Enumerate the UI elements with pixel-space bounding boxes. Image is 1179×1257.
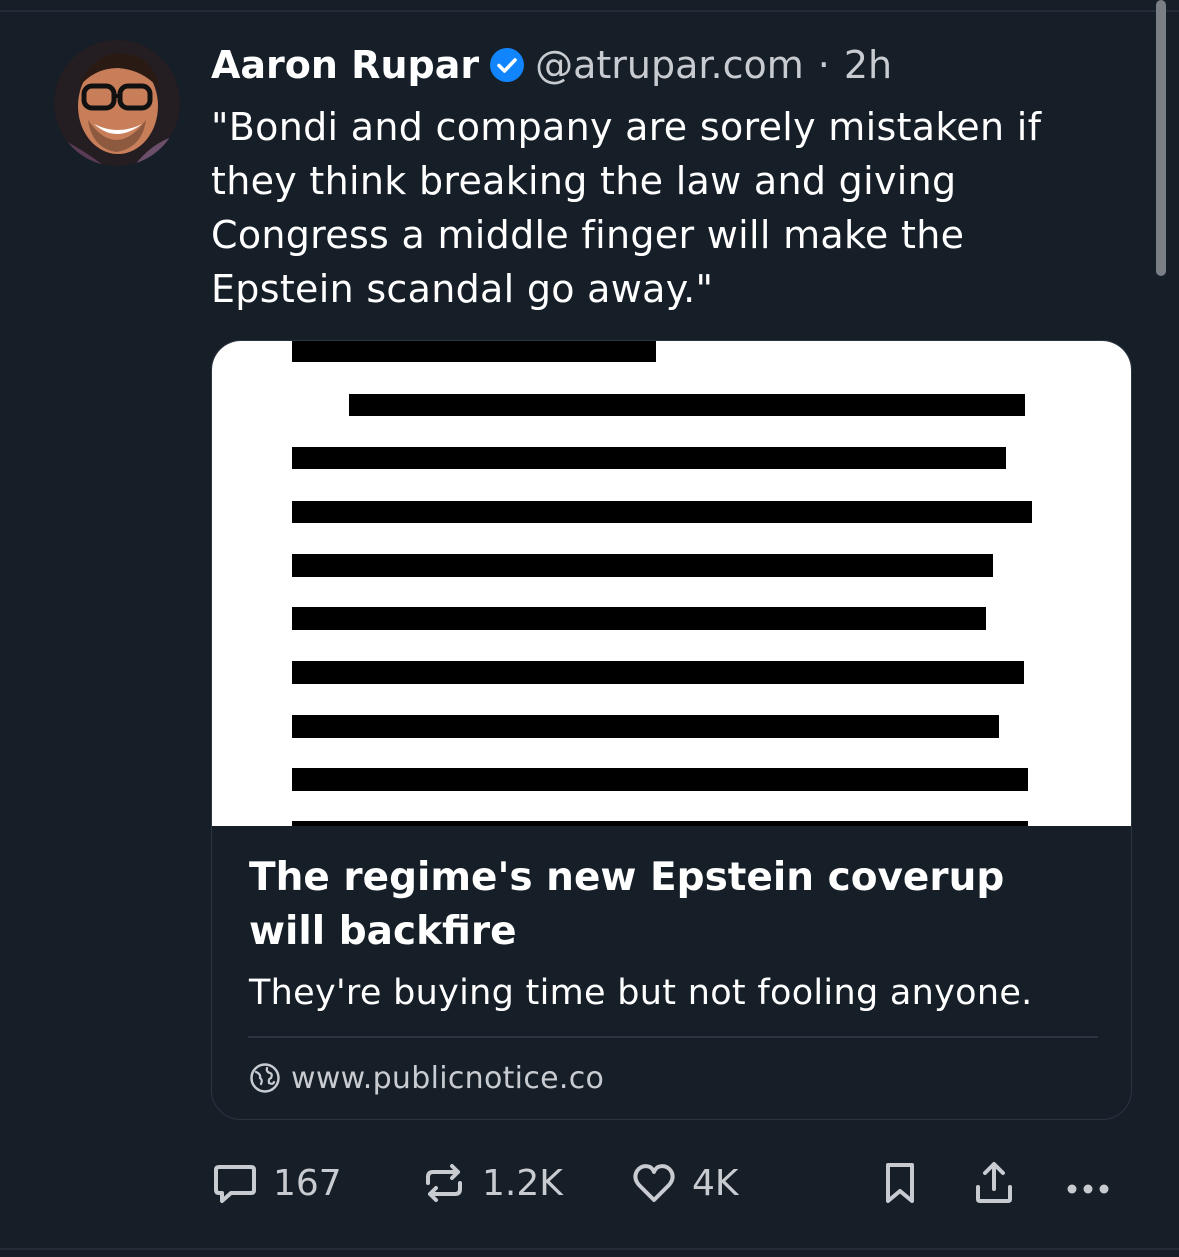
card-title: The regime's new Epstein coverup will ba…	[249, 855, 1005, 954]
link-card[interactable]: The regime's new Epstein coverup will ba…	[211, 340, 1132, 1120]
header-separator: ·	[817, 43, 830, 87]
card-domain-row: www.publicnotice.co	[249, 1057, 604, 1099]
reply-count: 167	[273, 1162, 342, 1204]
action-bar: 167 1.2K 4K	[0, 1150, 1179, 1216]
author-handle[interactable]: @atrupar.com	[535, 43, 804, 87]
bottom-divider	[0, 1248, 1179, 1250]
share-button[interactable]	[970, 1150, 1018, 1216]
verified-badge-icon	[489, 47, 525, 83]
post-time[interactable]: 2h	[844, 43, 892, 87]
post-header: Aaron Rupar @atrupar.com · 2h	[211, 36, 892, 94]
bookmark-button[interactable]	[876, 1150, 924, 1216]
reply-button[interactable]: 167	[211, 1150, 342, 1216]
like-button[interactable]: 4K	[630, 1150, 739, 1216]
card-domain: www.publicnotice.co	[291, 1060, 605, 1096]
post-text: "Bondi and company are sorely mistaken i…	[211, 105, 1042, 311]
reply-icon	[211, 1159, 259, 1207]
globe-icon	[249, 1062, 281, 1094]
more-options-button[interactable]	[1062, 1150, 1118, 1216]
heart-icon	[630, 1159, 678, 1207]
avatar[interactable]	[54, 40, 180, 166]
redacted-document-icon	[292, 341, 1032, 826]
more-dots-icon	[1062, 1159, 1118, 1207]
card-image	[212, 341, 1131, 826]
author-name[interactable]: Aaron Rupar	[211, 43, 479, 87]
like-count: 4K	[692, 1162, 739, 1204]
repost-count: 1.2K	[482, 1162, 563, 1204]
bookmark-icon	[876, 1159, 924, 1207]
top-divider	[0, 10, 1179, 12]
share-icon	[970, 1159, 1018, 1207]
card-divider	[248, 1036, 1098, 1038]
repost-icon	[420, 1159, 468, 1207]
card-description: They're buying time but not fooling anyo…	[249, 973, 1033, 1013]
scrollbar[interactable]	[1156, 0, 1166, 276]
repost-button[interactable]: 1.2K	[420, 1150, 563, 1216]
